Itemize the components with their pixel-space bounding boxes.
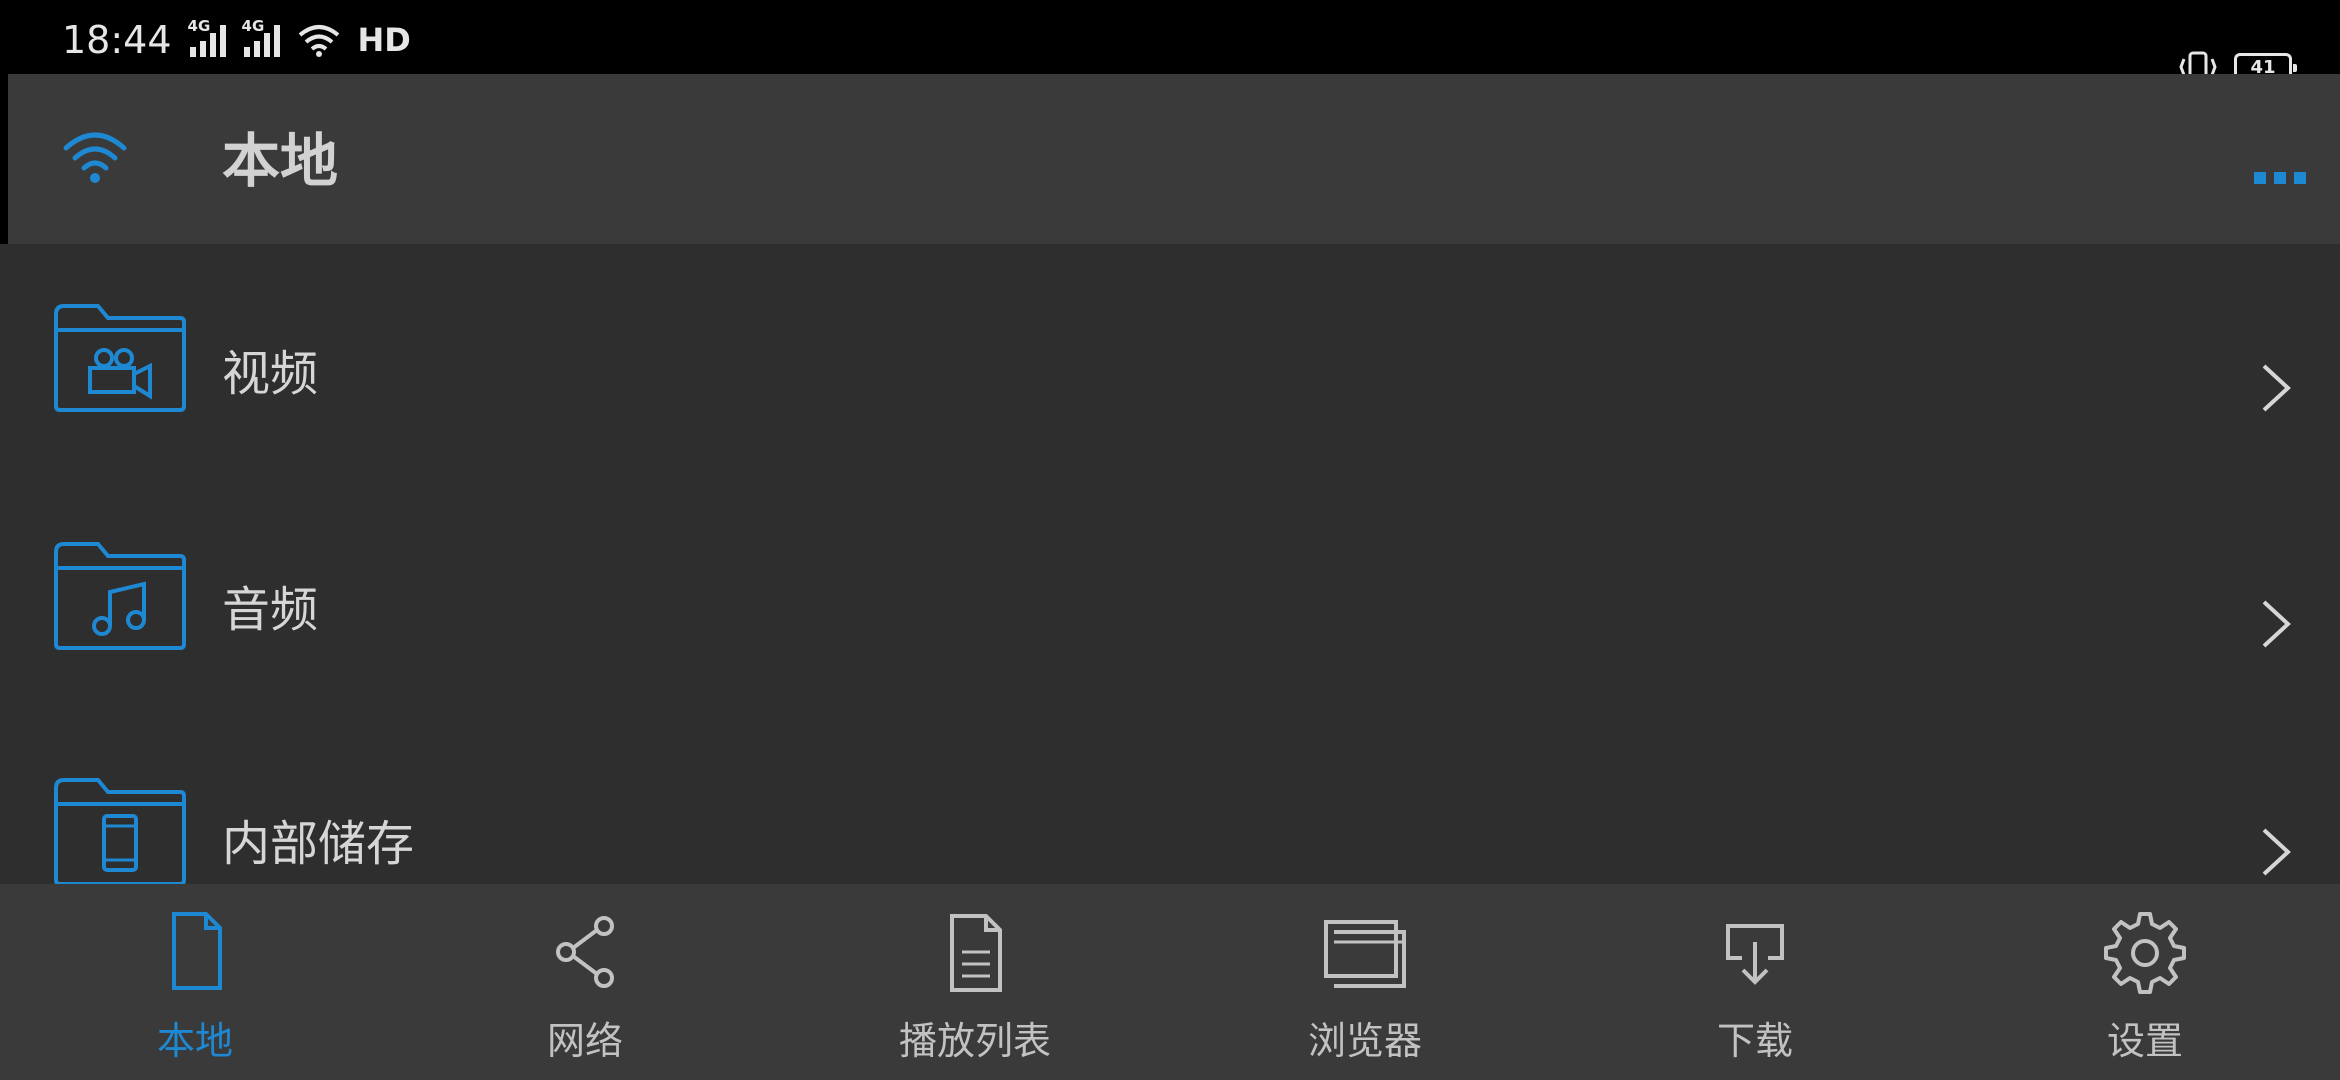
- chevron-right-icon: [2262, 600, 2291, 648]
- nav-tab-browser[interactable]: 浏览器: [1170, 884, 1560, 1080]
- cell-signal-icon: 4G: [242, 17, 280, 57]
- list-item-internal-storage[interactable]: 内部储存: [0, 716, 2340, 884]
- bottom-navigation: 本地 网络 播放列表 浏览器 下载 设置: [0, 884, 2340, 1080]
- browser-windows-icon: [1324, 920, 1406, 988]
- nav-label: 播放列表: [898, 1019, 1051, 1063]
- more-menu-button[interactable]: [2254, 172, 2310, 192]
- nav-label: 浏览器: [1307, 1019, 1422, 1063]
- screen: 18:44 4G 4G HD 41 本地 视频 音频 内部储存 本地 网络 播放…: [0, 0, 2340, 1080]
- list-item-label: 视频: [222, 346, 319, 402]
- nav-label: 网络: [546, 1019, 623, 1063]
- hd-voice-indicator: HD: [357, 21, 411, 59]
- cell-signal-icon: 4G: [188, 17, 226, 57]
- nav-tab-playlist[interactable]: 播放列表: [780, 884, 1170, 1080]
- page-title: 本地: [222, 127, 339, 195]
- status-time: 18:44: [62, 18, 172, 62]
- wifi-icon: [298, 25, 339, 57]
- nav-label: 下载: [1716, 1019, 1793, 1063]
- wifi-transfer-icon[interactable]: [60, 126, 130, 186]
- video-folder-icon: [54, 304, 186, 412]
- nav-label: 设置: [2106, 1019, 2183, 1063]
- network-type-label: 4G: [187, 17, 211, 35]
- chevron-right-icon: [2262, 364, 2291, 412]
- app-bar: 本地: [8, 74, 2340, 244]
- dot: [2254, 172, 2266, 184]
- phone-storage-folder-icon: [54, 778, 186, 884]
- nav-tab-network[interactable]: 网络: [390, 884, 780, 1080]
- chevron-right-icon: [2262, 828, 2291, 876]
- list-item-video[interactable]: 视频: [0, 244, 2340, 474]
- dot: [2294, 172, 2306, 184]
- status-left: 18:44 4G 4G HD: [62, 17, 411, 62]
- document-list-icon: [950, 914, 1002, 992]
- download-icon: [1726, 924, 1784, 985]
- gear-icon: [2104, 912, 2186, 994]
- network-type-label: 4G: [241, 17, 265, 35]
- file-icon: [172, 912, 222, 990]
- nav-tab-download[interactable]: 下载: [1560, 884, 1950, 1080]
- local-media-list: 视频 音频 内部储存: [0, 244, 2340, 884]
- list-item-label: 内部储存: [222, 816, 415, 872]
- list-item-audio[interactable]: 音频: [0, 480, 2340, 710]
- dot: [2274, 172, 2286, 184]
- audio-folder-icon: [54, 542, 186, 650]
- share-icon: [556, 916, 614, 988]
- nav-label: 本地: [156, 1019, 233, 1063]
- nav-tab-local[interactable]: 本地: [0, 884, 390, 1080]
- status-bar: 18:44 4G 4G HD 41: [0, 0, 2340, 83]
- list-item-label: 音频: [222, 582, 319, 638]
- nav-tab-settings[interactable]: 设置: [1950, 884, 2340, 1080]
